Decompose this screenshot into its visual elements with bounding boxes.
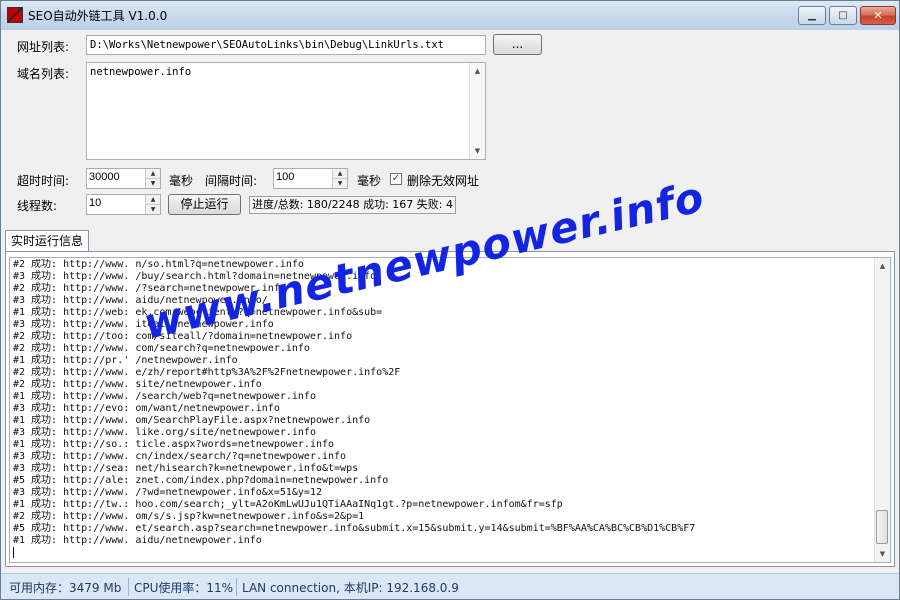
checkmark-icon: ✓: [391, 173, 401, 184]
scroll-down-icon[interactable]: ▼: [875, 546, 890, 562]
timeout-value: 30000: [89, 171, 120, 183]
interval-stepper-arrows: ▲ ▼: [332, 169, 347, 188]
log-line: #1 成功: http://so.: ticle.aspx?words=netn…: [13, 439, 335, 450]
stepper-up-icon[interactable]: ▲: [146, 195, 160, 205]
scroll-down-icon[interactable]: ▼: [470, 143, 485, 159]
log-line: #3 成功: http://www. /buy/search.html?doma…: [13, 271, 377, 282]
log-line: #5 成功: http://www. et/search.asp?search=…: [13, 523, 696, 534]
log-line: #3 成功: http://sea: net/hisearch?k=netnew…: [13, 463, 359, 474]
app-icon: [7, 7, 23, 23]
log-line: #3 成功: http://www. /?wd=netnewpower.info…: [13, 487, 322, 498]
delete-invalid-label[interactable]: 删除无效网址: [407, 172, 479, 189]
status-separator: [236, 578, 237, 596]
cpu-status: CPU使用率：11%: [134, 581, 234, 595]
log-line: #1 成功: http://www. om/SearchPlayFile.asp…: [13, 415, 371, 426]
interval-label: 间隔时间:: [205, 174, 258, 188]
domain-list-textarea[interactable]: netnewpower.info: [86, 62, 486, 160]
log-line: #3 成功: http://www. cn/index/search/?q=ne…: [13, 451, 347, 462]
log-lines: #2 成功: http://www. n/so.html?q=netnewpow…: [13, 259, 875, 561]
url-list-label: 网址列表:: [17, 40, 70, 54]
threads-value: 10: [89, 197, 102, 209]
log-caret-line: [13, 547, 875, 559]
log-line: #3 成功: http://www. iteall/netnewpower.in…: [13, 319, 274, 330]
timeout-stepper-arrows: ▲ ▼: [145, 169, 160, 188]
log-line: #1 成功: http://web: ek.com/webclient/?q=n…: [13, 307, 383, 318]
log-line: #1 成功: http://tw.: hoo.com/search;_ylt=A…: [13, 499, 563, 510]
log-line: #3 成功: http://www. aidu/netnewpower.info…: [13, 295, 268, 306]
domain-list-scrollbar[interactable]: ▲ ▼: [469, 63, 485, 159]
title-bar[interactable]: SEO自动外链工具 V1.0.0 ▁ □ ✕: [1, 1, 899, 30]
log-line: #2 成功: http://www. com/search?q=netnewpo…: [13, 343, 310, 354]
scroll-up-icon[interactable]: ▲: [875, 258, 890, 274]
stepper-up-icon[interactable]: ▲: [333, 169, 347, 179]
domain-list-text: netnewpower.info: [90, 66, 192, 78]
url-list-path-input[interactable]: D:\Works\Netnewpower\SEOAutoLinks\bin\De…: [86, 35, 486, 55]
scroll-up-icon[interactable]: ▲: [470, 63, 485, 79]
domain-list-label: 域名列表:: [17, 67, 70, 81]
log-line: #1 成功: http://www. /search/web?q=netnewp…: [13, 391, 316, 402]
scrollbar-thumb[interactable]: [876, 510, 888, 544]
log-scrollbar[interactable]: ▲ ▼: [874, 258, 890, 562]
status-separator: [128, 578, 129, 596]
interval-value: 100: [276, 171, 295, 183]
network-status: LAN connection, 本机IP: 192.168.0.9: [242, 581, 459, 595]
log-line: #2 成功: http://too: com/siteall/?domain=n…: [13, 331, 353, 342]
timeout-stepper[interactable]: 30000 ▲ ▼: [86, 168, 161, 189]
log-line: #3 成功: http://www. like.org/site/netnewp…: [13, 427, 316, 438]
log-line: #5 成功: http://ale: znet.com/index.php?do…: [13, 475, 389, 486]
main-window: SEO自动外链工具 V1.0.0 ▁ □ ✕ 网址列表: D:\Works\Ne…: [0, 0, 900, 600]
tab-realtime-info[interactable]: 实时运行信息: [5, 230, 89, 252]
minimize-icon[interactable]: ▁: [798, 6, 826, 25]
text-caret: [13, 547, 14, 558]
log-line: #2 成功: http://www. site/netnewpower.info: [13, 379, 262, 390]
log-line: #1 成功: http://pr.' /netnewpower.info: [13, 355, 238, 366]
maximize-icon[interactable]: □: [829, 6, 857, 25]
interval-unit: 毫秒: [357, 174, 382, 188]
log-line: #2 成功: http://www. om/s/s.jsp?kw=netnewp…: [13, 511, 365, 522]
threads-stepper-arrows: ▲ ▼: [145, 195, 160, 214]
log-line: #3 成功: http://evo: om/want/netnewpower.i…: [13, 403, 280, 414]
log-line: #2 成功: http://www. n/so.html?q=netnewpow…: [13, 259, 304, 270]
threads-stepper[interactable]: 10 ▲ ▼: [86, 194, 161, 215]
timeout-label: 超时时间:: [17, 174, 70, 188]
stepper-down-icon[interactable]: ▼: [146, 178, 160, 188]
interval-stepper[interactable]: 100 ▲ ▼: [273, 168, 348, 189]
log-line: #1 成功: http://www. aidu/netnewpower.info: [13, 535, 262, 546]
delete-invalid-checkbox[interactable]: ✓: [390, 173, 402, 185]
log-line: #2 成功: http://www. /?search=netnewpower.…: [13, 283, 286, 294]
status-bar: 可用内存：3479 Mb CPU使用率：11% LAN connection, …: [1, 573, 899, 599]
browse-button[interactable]: ...: [493, 34, 542, 55]
log-line: #2 成功: http://www. e/zh/report#http%3A%2…: [13, 367, 401, 378]
stepper-up-icon[interactable]: ▲: [146, 169, 160, 179]
threads-label: 线程数:: [17, 199, 58, 213]
close-icon[interactable]: ✕: [860, 6, 896, 25]
log-textbox[interactable]: #2 成功: http://www. n/so.html?q=netnewpow…: [9, 257, 891, 563]
timeout-unit: 毫秒: [169, 174, 194, 188]
stop-button[interactable]: 停止运行: [168, 194, 241, 215]
stepper-down-icon[interactable]: ▼: [333, 178, 347, 188]
stepper-down-icon[interactable]: ▼: [146, 204, 160, 214]
progress-status: 进度/总数: 180/2248 成功: 167 失败: 4: [249, 196, 456, 214]
memory-status: 可用内存：3479 Mb: [9, 581, 122, 595]
window-title: SEO自动外链工具 V1.0.0: [28, 9, 168, 23]
